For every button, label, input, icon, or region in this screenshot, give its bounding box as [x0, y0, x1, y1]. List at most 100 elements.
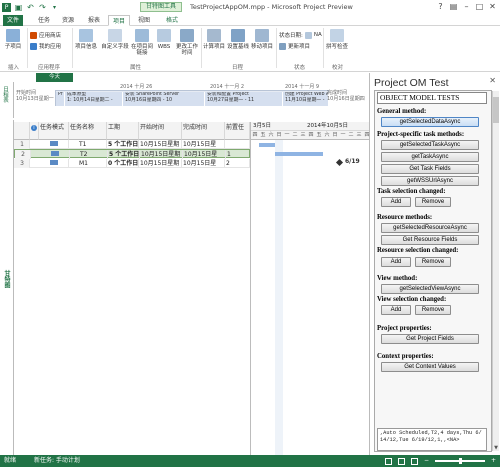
- move-project-button[interactable]: 移动项目: [251, 29, 273, 50]
- gantt-chart[interactable]: 3月5日 2014年10月5日 四 五 六 日 一 二 三 四 五 六 日 一 …: [250, 122, 370, 455]
- redo-icon[interactable]: ↷: [38, 3, 47, 12]
- calculate-project-button[interactable]: 计算项目: [203, 29, 225, 50]
- get-selected-view-button[interactable]: getSelectedViewAsync: [381, 284, 479, 294]
- spelling-button[interactable]: 拼写检查: [326, 29, 348, 50]
- duration-cell[interactable]: 5 个工作日: [108, 150, 140, 159]
- tab-file[interactable]: 文件: [3, 15, 24, 26]
- output-textbox[interactable]: ,Auto Scheduled,T2,4 days,Thu 6/14/12,Tu…: [377, 428, 487, 451]
- undo-icon[interactable]: ↶: [26, 3, 35, 12]
- finish-cell[interactable]: 10月15日星: [183, 150, 226, 159]
- wbs-button[interactable]: WBS: [155, 29, 173, 50]
- task-name-cell[interactable]: M1: [69, 159, 107, 168]
- set-baseline-button[interactable]: 设置基线: [227, 29, 249, 50]
- update-project-button[interactable]: 更新项目: [279, 42, 310, 50]
- task-add-button[interactable]: Add: [381, 197, 411, 207]
- restore-button[interactable]: □: [474, 1, 485, 12]
- predecessor-cell[interactable]: [225, 140, 250, 149]
- row-number[interactable]: 3: [14, 159, 30, 168]
- finish-cell[interactable]: 10月15日星: [182, 159, 225, 168]
- zoom-in-icon[interactable]: +: [491, 455, 496, 467]
- app-store-button[interactable]: 应用商店: [30, 31, 61, 39]
- duration-cell[interactable]: 5 个工作日: [107, 140, 139, 149]
- new-task-mode[interactable]: 新任务: 手动计划: [34, 455, 80, 467]
- subproject-button[interactable]: 子项目: [2, 29, 24, 50]
- column-header-duration[interactable]: 工期: [107, 122, 139, 140]
- tab-task[interactable]: 任务: [34, 15, 54, 26]
- tab-format[interactable]: 格式: [162, 15, 182, 26]
- get-selected-data-button[interactable]: getSelectedDataAsync: [381, 117, 479, 127]
- links-between-projects-button[interactable]: 在项目间链接: [131, 29, 153, 56]
- get-resource-fields-button[interactable]: Get Resource Fields: [381, 235, 479, 245]
- view-add-button[interactable]: Add: [381, 305, 411, 315]
- start-cell[interactable]: 10月15日星期: [140, 150, 183, 159]
- predecessor-cell[interactable]: 2: [225, 159, 250, 168]
- start-cell[interactable]: 10月15日星期: [139, 140, 182, 149]
- timeline-segment[interactable]: Pr: [56, 92, 65, 106]
- save-icon[interactable]: ▣: [14, 3, 23, 12]
- zoom-slider[interactable]: [434, 458, 485, 464]
- column-header-task-mode[interactable]: 任务模式: [39, 122, 69, 140]
- row-number[interactable]: 2: [15, 150, 31, 159]
- timeline-segment[interactable]: 安装和配置 Project 10月27日星期一 - 11: [205, 92, 283, 106]
- scroll-down-icon[interactable]: ▼: [493, 445, 499, 451]
- column-header-select-all[interactable]: [14, 122, 30, 140]
- column-header-finish[interactable]: 完成时间: [182, 122, 225, 140]
- minimize-button[interactable]: –: [461, 1, 472, 12]
- get-selected-task-button[interactable]: getSelectedTaskAsync: [381, 140, 479, 150]
- project-info-button[interactable]: 项目信息: [75, 29, 97, 50]
- start-cell[interactable]: 10月15日星期: [139, 159, 182, 168]
- task-name-cell[interactable]: T2: [70, 150, 108, 159]
- column-header-start[interactable]: 开始时间: [139, 122, 182, 140]
- resource-add-button[interactable]: Add: [381, 257, 411, 267]
- change-working-time-button[interactable]: 更改工作时间: [176, 29, 198, 56]
- status-date-field[interactable]: 状态日期: NA: [279, 31, 322, 39]
- help-icon[interactable]: ?: [435, 1, 446, 12]
- gantt-view-icon[interactable]: [384, 457, 392, 465]
- om-tests-header[interactable]: OBJECT MODEL TESTS: [377, 92, 487, 104]
- timeline-segment[interactable]: 创建 Project Web A 11月10日星期一 -: [283, 92, 329, 106]
- finish-cell[interactable]: 10月15日星: [182, 140, 225, 149]
- predecessor-cell[interactable]: 1: [226, 150, 251, 159]
- timeline-segment[interactable]: 成本原型 1: 10月14日星期二 -: [65, 92, 123, 106]
- get-context-values-button[interactable]: Get Context Values: [381, 362, 479, 372]
- gantt-task-bar[interactable]: [275, 152, 323, 156]
- zoom-out-icon[interactable]: −: [424, 455, 429, 467]
- row-number[interactable]: 1: [14, 140, 30, 149]
- pane-scrollbar[interactable]: ▼: [492, 91, 499, 451]
- task-usage-view-icon[interactable]: [397, 457, 405, 465]
- timeline-segment[interactable]: 安装 SharePoint Server 10月16日星期四 - 10: [123, 92, 205, 106]
- task-remove-button[interactable]: Remove: [415, 197, 451, 207]
- tab-report[interactable]: 报表: [84, 15, 104, 26]
- custom-fields-button[interactable]: 自定义字段: [101, 29, 129, 50]
- zoom-slider-knob[interactable]: [458, 458, 462, 464]
- resource-remove-button[interactable]: Remove: [415, 257, 451, 267]
- get-selected-resource-button[interactable]: getSelectedResourceAsync: [381, 223, 479, 233]
- column-header-task-name[interactable]: 任务名称: [69, 122, 107, 140]
- close-button[interactable]: ✕: [487, 1, 498, 12]
- gantt-task-bar[interactable]: [259, 143, 275, 147]
- get-wss-url-button[interactable]: getWSSUrlAsync: [381, 176, 479, 186]
- duration-cell[interactable]: 0 个工作日: [107, 159, 139, 168]
- table-row-selected[interactable]: 2 T2 5 个工作日 10月15日星期 10月15日星 1: [14, 149, 251, 159]
- get-project-fields-button[interactable]: Get Project Fields: [381, 334, 479, 344]
- tab-project[interactable]: 项目: [108, 15, 131, 26]
- column-header-indicators[interactable]: i: [30, 122, 39, 140]
- my-apps-button[interactable]: 我的应用: [30, 42, 61, 50]
- tab-resource[interactable]: 资源: [58, 15, 78, 26]
- task-name-cell[interactable]: T1: [69, 140, 107, 149]
- column-header-predecessors[interactable]: 前置任: [225, 122, 250, 140]
- get-task-button[interactable]: getTaskAsync: [381, 152, 479, 162]
- table-row[interactable]: 1 T1 5 个工作日 10月15日星期 10月15日星: [14, 140, 250, 149]
- close-icon[interactable]: ✕: [489, 76, 496, 85]
- timeline-bar[interactable]: Pr 成本原型 1: 10月14日星期二 - 安装 SharePoint Ser…: [55, 90, 329, 106]
- customize-qat-icon[interactable]: ▾: [50, 3, 59, 12]
- tab-view[interactable]: 视图: [134, 15, 154, 26]
- group-properties-label: 属性: [130, 65, 142, 71]
- view-remove-button[interactable]: Remove: [415, 305, 451, 315]
- milestone-marker[interactable]: [335, 158, 344, 167]
- get-task-fields-button[interactable]: Get Task Fields: [381, 164, 479, 174]
- pane-scrollbar-thumb[interactable]: [493, 97, 499, 123]
- ribbon-display-icon[interactable]: ▤: [448, 1, 459, 12]
- team-planner-view-icon[interactable]: [410, 457, 418, 465]
- table-row[interactable]: 3 M1 0 个工作日 10月15日星期 10月15日星 2: [14, 159, 250, 168]
